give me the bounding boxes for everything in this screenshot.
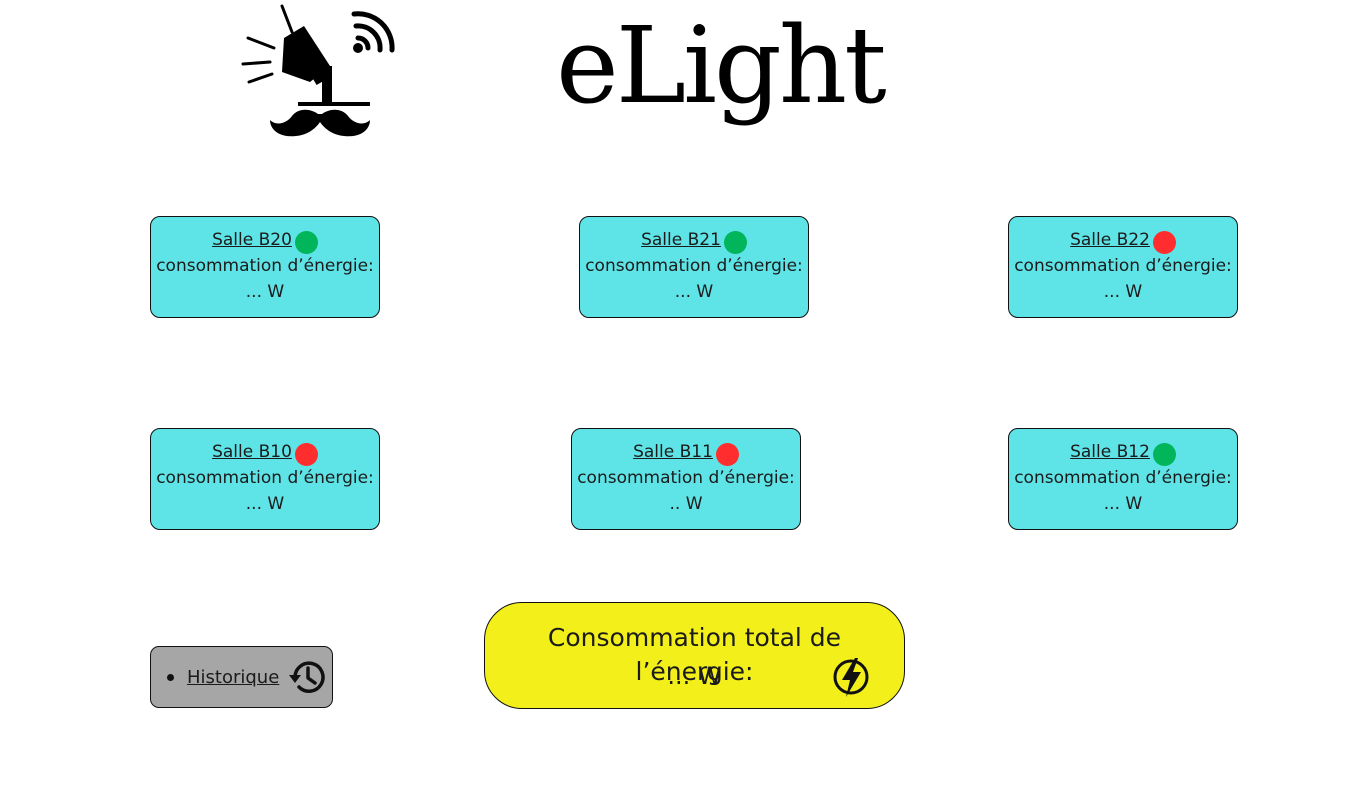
energy-label: consommation d’énergie:	[156, 468, 374, 488]
status-indicator	[294, 442, 318, 466]
energy-label: consommation d’énergie:	[585, 256, 803, 276]
energy-label: consommation d’énergie:	[156, 256, 374, 276]
energy-label: consommation d’énergie:	[1014, 256, 1232, 276]
page-title: eLight	[556, 4, 887, 127]
room-link-b21[interactable]: Salle B21	[641, 227, 721, 253]
room-header: Salle B11	[572, 439, 800, 466]
energy-value: ... W	[1103, 282, 1143, 302]
room-link-b20[interactable]: Salle B20	[212, 227, 292, 253]
room-link-b11[interactable]: Salle B11	[633, 439, 713, 465]
status-indicator	[1152, 442, 1176, 466]
lightning-bolt-icon	[833, 658, 869, 697]
page: eLight Salle B20 consommation d’énergie:…	[0, 0, 1372, 789]
energy-label: consommation d’énergie:	[577, 468, 795, 488]
room-card-b21: Salle B21 consommation d’énergie: ... W	[579, 216, 809, 318]
history-button[interactable]: Historique	[150, 646, 333, 708]
energy-value: ... W	[1103, 494, 1143, 514]
room-link-b10[interactable]: Salle B10	[212, 439, 292, 465]
status-indicator	[723, 230, 747, 254]
spotlight-wifi-mustache-icon	[241, 4, 395, 137]
room-link-b22[interactable]: Salle B22	[1070, 227, 1150, 253]
history-clock-icon[interactable]	[287, 657, 327, 697]
status-indicator	[1152, 230, 1176, 254]
total-consumption-panel: Consommation total de l’énergie: ... W	[484, 602, 905, 709]
history-link[interactable]: Historique	[187, 667, 279, 688]
energy-value: ... W	[245, 282, 285, 302]
room-link-b12[interactable]: Salle B12	[1070, 439, 1150, 465]
room-header: Salle B12	[1009, 439, 1237, 466]
bullet-icon	[167, 673, 174, 681]
room-header: Salle B22	[1009, 227, 1237, 254]
room-header: Salle B21	[580, 227, 808, 254]
room-card-b12: Salle B12 consommation d’énergie: ... W	[1008, 428, 1238, 530]
energy-value: .. W	[669, 494, 703, 514]
room-header: Salle B20	[151, 227, 379, 254]
room-card-b10: Salle B10 consommation d’énergie: ... W	[150, 428, 380, 530]
status-indicator	[294, 230, 318, 254]
room-card-b22: Salle B22 consommation d’énergie: ... W	[1008, 216, 1238, 318]
energy-value: ... W	[674, 282, 714, 302]
room-card-b11: Salle B11 consommation d’énergie: .. W	[571, 428, 801, 530]
energy-value: ... W	[245, 494, 285, 514]
room-card-b20: Salle B20 consommation d’énergie: ... W	[150, 216, 380, 318]
room-header: Salle B10	[151, 439, 379, 466]
energy-label: consommation d’énergie:	[1014, 468, 1232, 488]
status-indicator	[715, 442, 739, 466]
